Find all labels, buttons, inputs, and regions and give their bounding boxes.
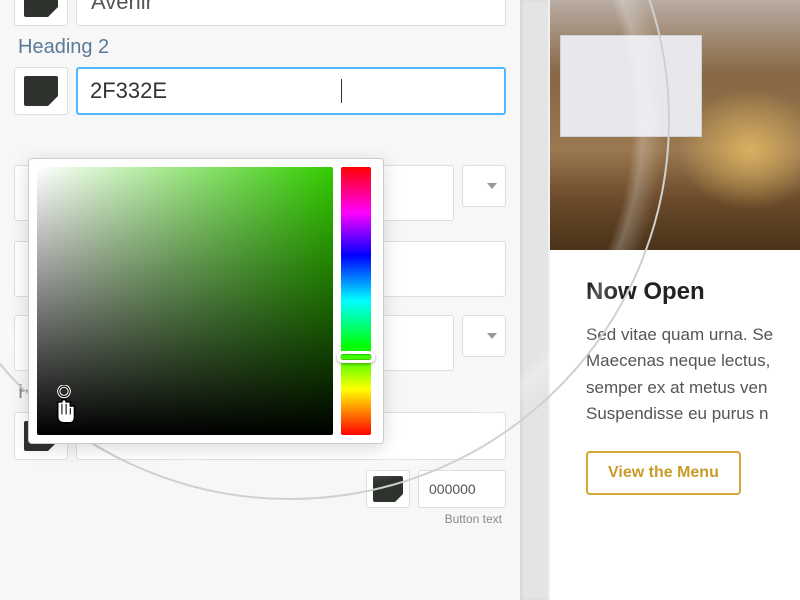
hue-slider-thumb[interactable] [337, 351, 375, 363]
heading2-row: 2F332E [14, 67, 506, 115]
heading1-row: Avenir [14, 0, 506, 26]
secondary-swatch[interactable] [366, 470, 410, 508]
preview-cta-button[interactable]: View the Menu [586, 451, 741, 495]
heading2-color-swatch[interactable] [14, 67, 68, 115]
preview-body-text: Sed vitae quam urna. Se Maecenas neque l… [586, 322, 782, 427]
panel-divider [520, 0, 548, 600]
heading2-hex-input[interactable]: 2F332E [76, 67, 506, 115]
button-text-label: Button text [14, 512, 506, 526]
hue-slider[interactable] [341, 167, 371, 435]
cursor-hand-icon [47, 385, 81, 427]
secondary-hex-input[interactable]: 000000 [418, 470, 506, 508]
preview-heading: Now Open [586, 278, 782, 306]
preview-panel: Now Open Sed vitae quam urna. Se Maecena… [550, 0, 800, 600]
size-dropdown-2[interactable] [462, 315, 506, 357]
heading1-color-swatch[interactable] [14, 0, 68, 26]
secondary-hex-row: 000000 [14, 470, 506, 508]
size-dropdown-1[interactable] [462, 165, 506, 207]
preview-hero-image [550, 0, 800, 250]
heading1-font-select[interactable]: Avenir [76, 0, 506, 26]
saturation-value-area[interactable] [37, 167, 333, 435]
color-picker-popover [28, 158, 384, 444]
heading2-label: Heading 2 [18, 36, 506, 59]
